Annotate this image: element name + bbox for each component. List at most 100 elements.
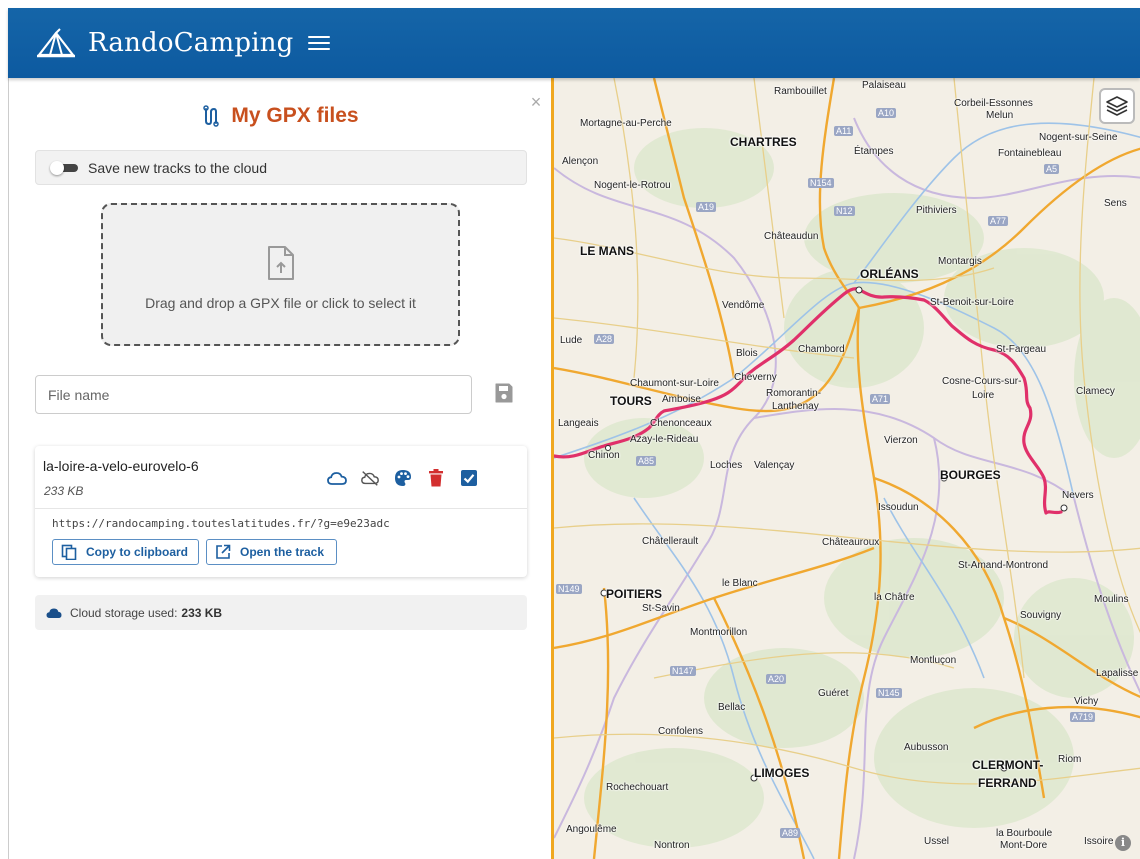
cloud-off-icon[interactable] (360, 468, 380, 488)
map-label: Amboise (662, 394, 701, 405)
map-label: Lude (560, 335, 583, 346)
open-track-button[interactable]: Open the track (206, 539, 337, 565)
highway-label: A85 (636, 456, 657, 466)
track-name: la-loire-a-velo-eurovelo-6 (43, 458, 199, 474)
track-size: 233 KB (44, 484, 84, 498)
gpx-dropzone[interactable]: Drag and drop a GPX file or click to sel… (101, 203, 460, 346)
map-label: Mortagne-au-Perche (580, 118, 672, 129)
map-label: Lanthenay (772, 401, 819, 412)
map-label: Nontron (654, 840, 690, 851)
map-label: CHARTRES (730, 135, 797, 149)
panel-title: My GPX files (9, 104, 551, 128)
highway-label: A89 (780, 828, 801, 838)
select-checkbox[interactable] (459, 468, 479, 488)
cloud-upload-icon[interactable] (327, 468, 347, 488)
map-label: la Châtre (874, 592, 915, 603)
map-label: la Bourboule (996, 828, 1053, 839)
copy-to-clipboard-button[interactable]: Copy to clipboard (52, 539, 199, 565)
map-label: Alençon (562, 156, 599, 167)
map-label: Lapalisse (1096, 668, 1139, 679)
map-label: FERRAND (978, 776, 1037, 790)
menu-icon[interactable] (307, 34, 330, 52)
app-header: RandoCamping (8, 8, 1140, 78)
map-label: Nogent-le-Rotrou (594, 180, 671, 191)
copy-button-label: Copy to clipboard (86, 545, 188, 559)
layers-icon (1106, 96, 1128, 116)
map-label: BOURGES (940, 468, 1001, 482)
highway-label: A719 (1070, 712, 1096, 722)
map-label: St-Savin (642, 603, 680, 614)
map-label: St-Fargeau (996, 344, 1047, 355)
highway-label: A10 (876, 108, 897, 118)
map-label: Aubusson (904, 742, 949, 753)
map-label: Montmorillon (690, 627, 748, 638)
cloud-toggle-label: Save new tracks to the cloud (88, 159, 267, 176)
cloud-toggle[interactable] (50, 160, 78, 175)
map-label: Valençay (754, 460, 795, 471)
map-label: Chambord (798, 344, 845, 355)
delete-icon[interactable] (426, 468, 446, 488)
map-label: LIMOGES (754, 766, 810, 780)
open-button-label: Open the track (240, 545, 325, 559)
tent-logo-icon[interactable] (36, 26, 76, 60)
map-label: Issoudun (878, 502, 919, 513)
map-label: Vichy (1074, 696, 1099, 707)
filename-input[interactable] (35, 375, 472, 414)
gpx-sidebar: × My GPX files Save new tracks to the cl… (9, 78, 551, 859)
save-icon[interactable] (495, 383, 513, 403)
highway-label: A77 (988, 216, 1009, 226)
map-label: Fontainebleau (998, 148, 1062, 159)
map-label: Confolens (658, 726, 704, 737)
highway-label: A71 (870, 394, 891, 404)
app-title[interactable]: RandoCamping (88, 28, 294, 58)
map-label: Loches (710, 460, 743, 471)
map-label: Châteauroux (822, 537, 880, 548)
track-divider (35, 508, 527, 509)
map-label: Cosne-Cours-sur- (942, 376, 1022, 387)
open-external-icon (216, 544, 231, 559)
map-label: Vierzon (884, 435, 918, 446)
highway-label: A11 (834, 126, 854, 136)
file-upload-icon (267, 245, 294, 280)
map-label: Romorantin- (766, 388, 822, 399)
highway-label: N12 (834, 206, 855, 216)
map-label: Issoire (1084, 836, 1114, 847)
map-label: LE MANS (580, 244, 634, 258)
map-label: Vendôme (722, 300, 765, 311)
map-label: Châtellerault (642, 536, 699, 547)
palette-icon[interactable] (393, 468, 413, 488)
map-view[interactable]: Rambouillet Palaiseau Corbeil-Essonnes M… (551, 78, 1140, 859)
highway-label: N149 (556, 584, 582, 594)
map-label: le Blanc (722, 578, 758, 589)
highway-label: A20 (766, 674, 787, 684)
map-label: Mont-Dore (1000, 840, 1048, 851)
layers-button[interactable] (1099, 88, 1135, 124)
map-label: Montargis (938, 256, 982, 267)
map-canvas[interactable] (554, 78, 1140, 859)
map-label: Corbeil-Essonnes (954, 98, 1033, 109)
map-label: Clamecy (1076, 386, 1115, 397)
map-label: Souvigny (1020, 610, 1062, 621)
highway-label: N147 (670, 666, 696, 676)
map-label: Sens (1104, 198, 1127, 209)
map-label: TOURS (610, 394, 652, 408)
map-label: Angoulême (566, 824, 617, 835)
cloud-icon (46, 608, 62, 618)
map-label: Étampes (854, 146, 894, 157)
map-label: CLERMONT- (972, 758, 1044, 772)
highway-label: A28 (594, 334, 615, 344)
map-label: ORLÉANS (860, 267, 919, 281)
map-label: Azay-le-Rideau (630, 434, 699, 445)
highway-label: N154 (808, 178, 834, 188)
map-label: Bellac (718, 702, 746, 713)
map-label: Melun (986, 110, 1014, 121)
map-label: Ussel (924, 836, 950, 847)
map-label: Chinon (588, 450, 620, 461)
map-label: POITIERS (606, 587, 663, 601)
track-actions (327, 468, 492, 488)
map-label: Chaumont-sur-Loire (630, 378, 719, 389)
info-icon[interactable]: i (1115, 835, 1131, 851)
cloud-storage-label: Cloud storage used: (70, 605, 178, 620)
cloud-storage-bar: Cloud storage used: 233 KB (35, 595, 527, 630)
map-label: Guéret (818, 688, 849, 699)
